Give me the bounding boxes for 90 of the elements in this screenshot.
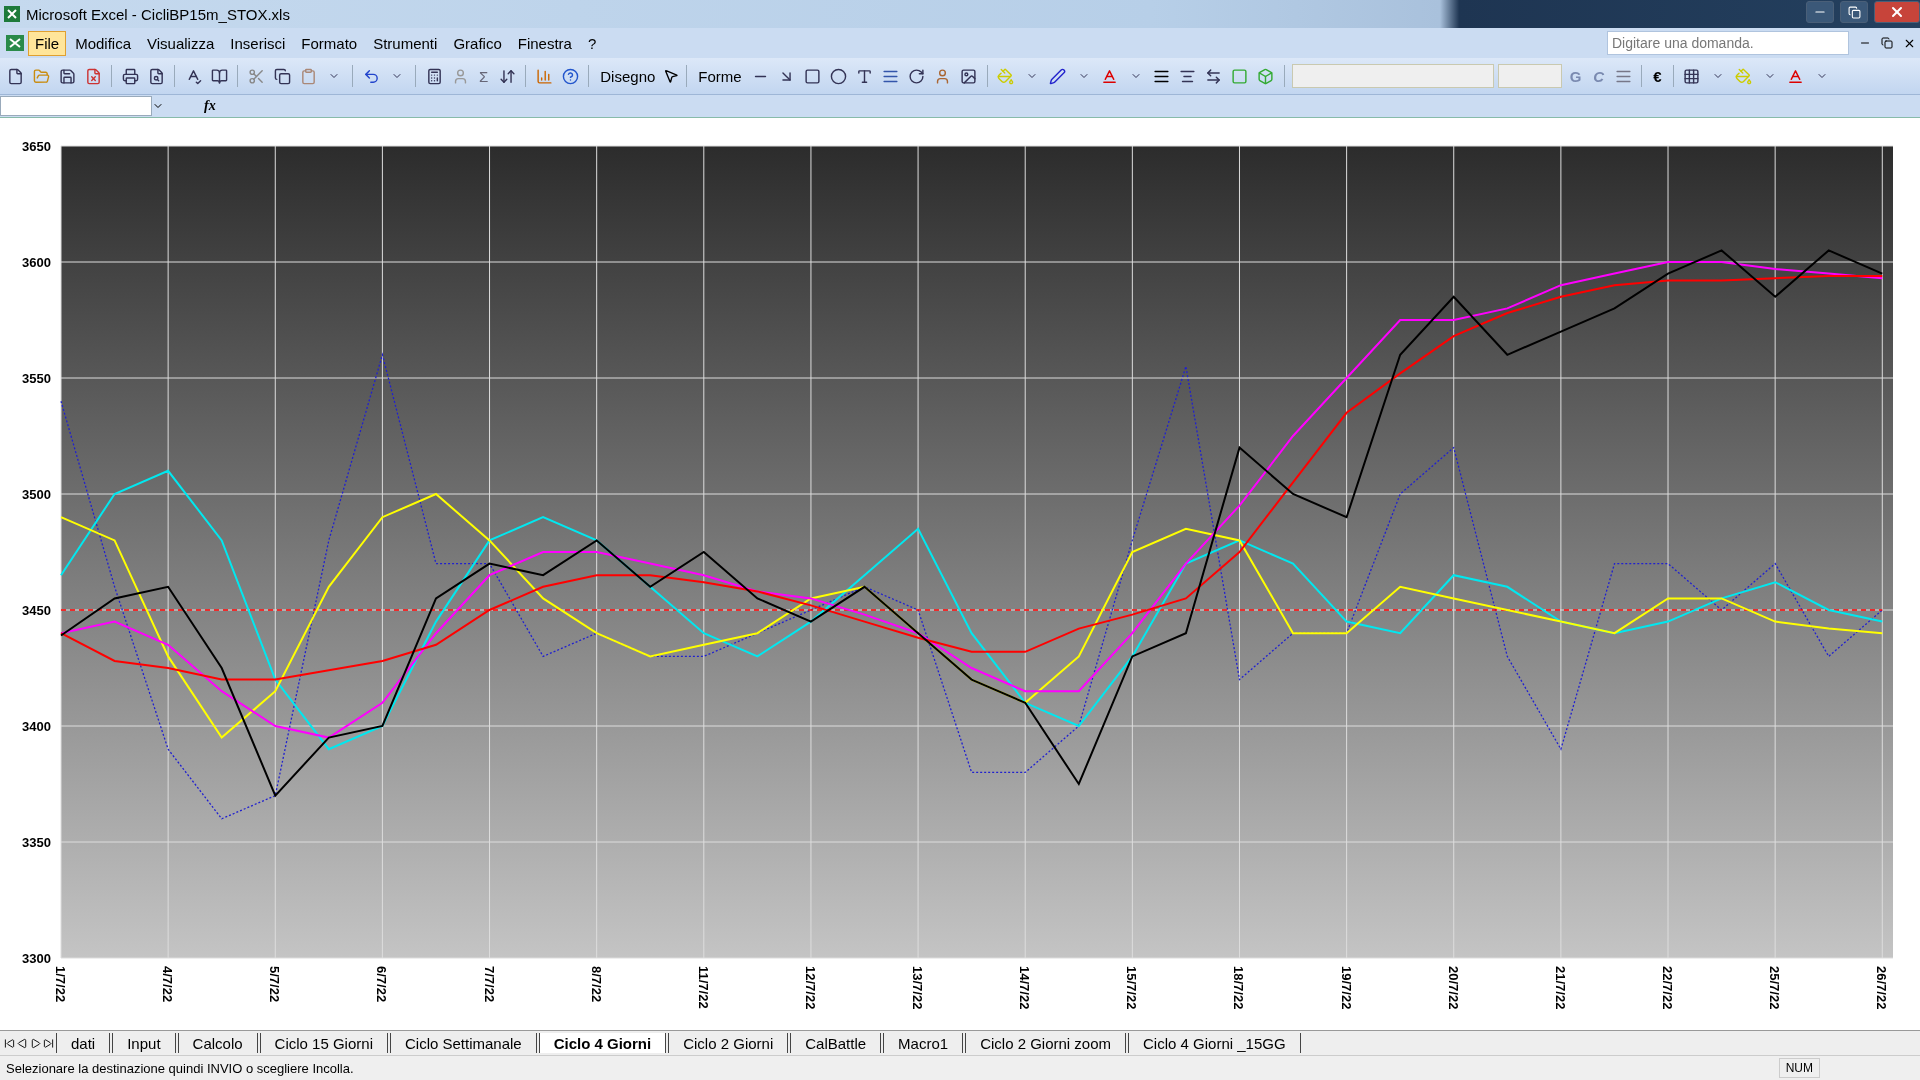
ellipse-icon[interactable] (830, 67, 848, 85)
chart-wizard-icon[interactable] (535, 67, 553, 85)
axis-label: 26/7/22 (1874, 966, 1890, 1010)
shapes-menu[interactable]: Forme (694, 67, 746, 85)
sheet-tab[interactable]: Ciclo 4 Giorni (538, 1033, 667, 1053)
menu-item[interactable]: Modifica (68, 30, 139, 56)
status-message: Selezionare la destinazione quindi INVIO o scegliere Incolla. (6, 1060, 355, 1076)
previous-sheet-icon[interactable] (17, 1037, 28, 1049)
drawing-menu[interactable]: Disegno (596, 67, 660, 85)
axis-label: 20/7/22 (1445, 966, 1461, 1010)
axis-label: 5/7/22 (267, 966, 283, 1003)
spreadsheet-app-icon (4, 6, 20, 22)
axis-label: 3650 (22, 139, 51, 154)
axis-label: 3550 (22, 371, 51, 386)
axis-label: 3350 (22, 835, 51, 850)
menu-item[interactable]: Formato (294, 30, 365, 56)
axis-label: 21/7/22 (1552, 966, 1568, 1010)
sheet-tab[interactable]: Ciclo Settimanale (389, 1033, 537, 1053)
axis-label: 22/7/22 (1660, 966, 1675, 1010)
font-color-icon[interactable] (1101, 67, 1119, 85)
euro-button[interactable]: € (1649, 67, 1666, 85)
window-title: Microsoft Excel - CicliBP15m_STOX.xls (26, 5, 291, 23)
restore-icon[interactable] (1881, 37, 1893, 49)
research-icon[interactable] (210, 67, 228, 85)
print-preview-icon[interactable] (147, 67, 165, 85)
axis-label: 25/7/22 (1767, 966, 1783, 1010)
copy-icon[interactable] (273, 67, 291, 85)
sheet-tab[interactable]: Ciclo 15 Giorni (259, 1033, 388, 1053)
sheet-tab[interactable]: Ciclo 2 Giorni zoom (965, 1033, 1127, 1053)
last-sheet-icon[interactable] (43, 1037, 54, 1049)
axis-label: 8/7/22 (588, 966, 604, 1003)
menu-item[interactable]: Inserisci (223, 30, 293, 56)
autosum-button[interactable]: Σ (475, 67, 493, 85)
minimize-button[interactable] (1806, 1, 1834, 23)
axis-label: 18/7/22 (1231, 966, 1247, 1010)
first-sheet-icon[interactable] (4, 1037, 15, 1049)
close-icon (1889, 4, 1905, 20)
function-button[interactable]: fx (204, 98, 216, 114)
next-sheet-icon[interactable] (30, 1037, 41, 1049)
menu-item[interactable]: Strumenti (366, 30, 445, 56)
menu-item[interactable]: ? (580, 30, 604, 56)
axis-label: 15/7/22 (1124, 966, 1140, 1010)
axis-label: 19/7/22 (1338, 966, 1354, 1010)
sheet-tab[interactable]: Calcolo (177, 1033, 258, 1053)
help-search-field[interactable]: Digitare una domanda. (1607, 31, 1849, 55)
restore-button[interactable] (1840, 1, 1868, 23)
axis-label: 4/7/22 (160, 966, 176, 1003)
axis-label: 3400 (22, 719, 51, 734)
printer-icon[interactable] (121, 67, 139, 85)
sheet-tab[interactable]: Ciclo 4 Giorni _15GG (1128, 1033, 1301, 1053)
close-button[interactable] (1874, 1, 1920, 23)
menu-item[interactable]: File (28, 30, 67, 56)
sheet-tab[interactable]: Input (112, 1033, 176, 1053)
sheet-tab[interactable]: Ciclo 2 Giorni (668, 1033, 789, 1053)
borders-icon[interactable] (1683, 67, 1701, 85)
axis-label: 12/7/22 (802, 966, 818, 1010)
menu-item[interactable]: Visualizza (140, 30, 222, 56)
undo-icon[interactable] (362, 67, 380, 85)
picture-icon[interactable] (960, 67, 978, 85)
axis-label: 11/7/22 (695, 966, 711, 1009)
axis-label: 7/7/22 (481, 966, 497, 1003)
file-remove-icon[interactable] (84, 67, 102, 85)
line-color-icon[interactable] (1049, 67, 1067, 85)
sheet-tab[interactable]: CalBattle (790, 1033, 882, 1053)
spreadsheet-app-icon[interactable] (4, 33, 26, 53)
axis-label: 6/7/22 (374, 966, 390, 1003)
axis-label: 3300 (22, 951, 51, 966)
rectangle-icon[interactable] (804, 67, 822, 85)
arrow-style-icon[interactable] (1205, 67, 1223, 85)
text-box-icon[interactable] (856, 67, 874, 85)
restore-icon (1847, 5, 1861, 19)
menu-item[interactable]: Grafico (446, 30, 509, 56)
fill-color-icon[interactable] (1735, 67, 1753, 85)
fill-color-icon[interactable] (997, 67, 1015, 85)
pointer-icon[interactable] (663, 68, 680, 84)
sheet-tab[interactable]: dati (56, 1033, 111, 1053)
axis-label: 13/7/22 (910, 966, 926, 1010)
axis-label: 3500 (22, 487, 51, 502)
menu-item[interactable]: Finestra (510, 30, 579, 56)
axis-label: 3600 (22, 255, 51, 270)
axis-label: 14/7/22 (1017, 966, 1033, 1010)
axis-label: 3450 (22, 603, 51, 618)
sheet-tab[interactable]: Macro1 (883, 1033, 964, 1053)
num-lock-indicator: NUM (1778, 1058, 1820, 1078)
help-icon[interactable] (561, 67, 579, 85)
axis-label: 1/7/22 (53, 966, 68, 1003)
scissors-icon[interactable] (247, 67, 265, 85)
font-color-icon[interactable] (1787, 67, 1805, 85)
new-file-icon[interactable] (6, 67, 24, 85)
sort-icon[interactable] (498, 67, 516, 85)
